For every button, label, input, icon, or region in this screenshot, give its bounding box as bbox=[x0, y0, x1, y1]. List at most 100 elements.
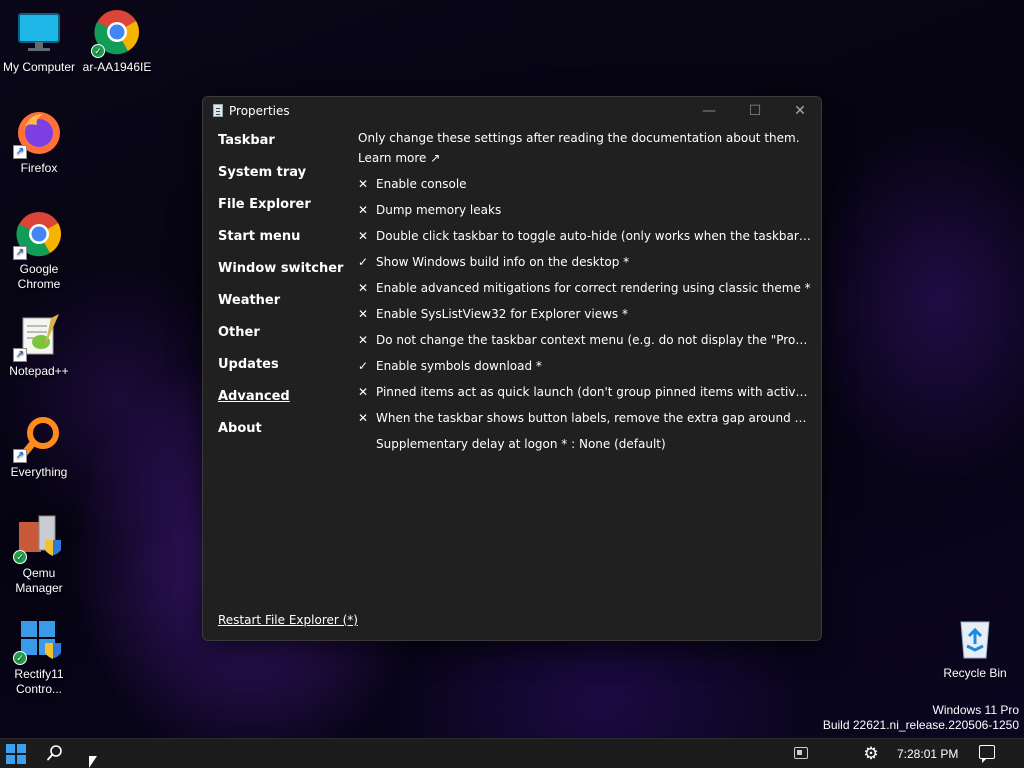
desktop-icon-label: Everything bbox=[10, 465, 68, 479]
desktop-icon-chrome-file[interactable]: ✓ ar-AA1946IE bbox=[78, 8, 156, 75]
cross-icon: ✕ bbox=[358, 203, 369, 217]
desktop-icon-recycle-bin[interactable]: Recycle Bin bbox=[935, 614, 1015, 681]
intro-text: Only change these settings after reading… bbox=[358, 131, 800, 145]
shortcut-arrow-icon: ↗ bbox=[13, 145, 27, 159]
cross-icon: ✕ bbox=[358, 385, 369, 399]
restart-explorer-link[interactable]: Restart File Explorer (*) bbox=[218, 613, 358, 627]
checkmark-icon: ✓ bbox=[358, 359, 369, 373]
shortcut-arrow-icon: ↗ bbox=[13, 449, 27, 463]
start-button[interactable] bbox=[6, 744, 28, 764]
properties-window[interactable]: Properties — ☐ ✕ Taskbar System tray Fil… bbox=[202, 96, 822, 641]
checkmark-icon: ✓ bbox=[358, 255, 369, 269]
option-dump-memory-leaks[interactable]: ✕ Dump memory leaks bbox=[358, 203, 813, 221]
option-label: Enable SysListView32 for Explorer views … bbox=[376, 307, 628, 321]
window-title: Properties bbox=[229, 104, 290, 118]
build-watermark: Windows 11 Pro Build 22621.ni_release.22… bbox=[823, 703, 1019, 733]
cross-icon: ✕ bbox=[358, 177, 369, 191]
option-taskbar-context-menu[interactable]: ✕ Do not change the taskbar context menu … bbox=[358, 333, 813, 351]
search-icon bbox=[47, 745, 62, 761]
properties-app-icon bbox=[213, 104, 223, 117]
desktop-icon-my-computer[interactable]: My Computer bbox=[0, 8, 78, 75]
option-label: Dump memory leaks bbox=[376, 203, 502, 217]
firefox-icon: ↗ bbox=[13, 109, 63, 159]
sidebar-item-system-tray[interactable]: System tray bbox=[218, 165, 306, 180]
learn-more-link[interactable]: Learn more ↗ bbox=[358, 151, 440, 165]
cross-icon: ✕ bbox=[358, 333, 369, 347]
option-syslistview32[interactable]: ✕ Enable SysListView32 for Explorer views… bbox=[358, 307, 813, 325]
option-label: Supplementary delay at logon * : None (d… bbox=[376, 437, 666, 451]
desktop-icon-label: Notepad++ bbox=[9, 364, 69, 378]
sync-check-icon: ✓ bbox=[13, 550, 27, 564]
option-label: When the taskbar shows button labels, re… bbox=[376, 411, 813, 425]
desktop-icon-everything[interactable]: ↗ Everything bbox=[0, 413, 78, 480]
option-label: Pinned items act as quick launch (don't … bbox=[376, 385, 813, 399]
windows-logo-icon bbox=[6, 744, 15, 753]
cross-icon: ✕ bbox=[358, 411, 369, 425]
tray-app-icon[interactable] bbox=[794, 747, 808, 759]
shortcut-arrow-icon: ↗ bbox=[13, 348, 27, 362]
sidebar-item-other[interactable]: Other bbox=[218, 325, 260, 340]
option-label: Show Windows build info on the desktop * bbox=[376, 255, 630, 269]
maximize-button[interactable]: ☐ bbox=[741, 101, 769, 121]
sidebar-item-start-menu[interactable]: Start menu bbox=[218, 229, 300, 244]
desktop-icon-label: Rectify11 Contro... bbox=[14, 667, 64, 696]
desktop-icon-label: Google Chrome bbox=[17, 262, 61, 291]
cross-icon: ✕ bbox=[358, 307, 369, 321]
option-logon-delay[interactable]: Supplementary delay at logon * : None (d… bbox=[358, 437, 813, 455]
desktop-icon-google-chrome[interactable]: ↗ Google Chrome bbox=[0, 210, 78, 292]
taskbar-clock[interactable]: 7:28:01 PM bbox=[897, 747, 958, 761]
window-titlebar[interactable]: Properties — ☐ ✕ bbox=[203, 97, 821, 125]
sync-check-icon: ✓ bbox=[13, 651, 27, 665]
desktop-icon-firefox[interactable]: ↗ Firefox bbox=[0, 109, 78, 176]
option-double-click-autohide[interactable]: ✕ Double click taskbar to toggle auto-hid… bbox=[358, 229, 813, 247]
sidebar-item-updates[interactable]: Updates bbox=[218, 357, 279, 372]
option-label: Do not change the taskbar context menu (… bbox=[376, 333, 813, 347]
search-button[interactable] bbox=[44, 744, 66, 764]
desktop-icon-qemu-manager[interactable]: ✓ Qemu Manager bbox=[0, 514, 78, 596]
mouse-cursor-icon bbox=[89, 756, 97, 768]
watermark-edition: Windows 11 Pro bbox=[932, 703, 1019, 717]
sync-check-icon: ✓ bbox=[91, 44, 105, 58]
windows-logo-tile bbox=[17, 744, 26, 753]
chrome-icon: ✓ bbox=[91, 8, 141, 58]
close-button[interactable]: ✕ bbox=[786, 101, 814, 121]
magnifier-icon: ↗ bbox=[13, 413, 63, 463]
option-label: Double click taskbar to toggle auto-hide… bbox=[376, 229, 813, 243]
sidebar-item-about[interactable]: About bbox=[218, 421, 262, 436]
rectify11-icon: ✓ bbox=[13, 615, 63, 665]
cross-icon: ✕ bbox=[358, 281, 369, 295]
sidebar-item-file-explorer[interactable]: File Explorer bbox=[218, 197, 311, 212]
option-label: Enable advanced mitigations for correct … bbox=[376, 281, 811, 295]
settings-gear-icon[interactable]: ⚙ bbox=[860, 743, 882, 765]
desktop-icon-label: ar-AA1946IE bbox=[82, 60, 152, 74]
cross-icon: ✕ bbox=[358, 229, 369, 243]
desktop-icon-label: Firefox bbox=[20, 161, 58, 175]
desktop-icon-label: My Computer bbox=[2, 60, 76, 74]
option-pinned-quick-launch[interactable]: ✕ Pinned items act as quick launch (don't… bbox=[358, 385, 813, 403]
option-label: Enable symbols download * bbox=[376, 359, 542, 373]
option-symbols-download[interactable]: ✓ Enable symbols download * bbox=[358, 359, 813, 377]
windows-logo-tile bbox=[17, 755, 26, 764]
notification-center-icon[interactable] bbox=[979, 745, 995, 763]
watermark-build: Build 22621.ni_release.220506-1250 bbox=[822, 718, 1019, 732]
shortcut-arrow-icon: ↗ bbox=[13, 246, 27, 260]
option-show-build-info[interactable]: ✓ Show Windows build info on the desktop … bbox=[358, 255, 813, 273]
chrome-icon: ↗ bbox=[13, 210, 63, 260]
sidebar-item-window-switcher[interactable]: Window switcher bbox=[218, 261, 343, 276]
desktop-icon-notepadpp[interactable]: ↗ Notepad++ bbox=[0, 312, 78, 379]
sidebar-item-taskbar[interactable]: Taskbar bbox=[218, 133, 275, 148]
recycle-bin-icon bbox=[951, 614, 999, 662]
option-enable-console[interactable]: ✕ Enable console bbox=[358, 177, 813, 195]
sidebar-item-advanced[interactable]: Advanced bbox=[218, 389, 290, 404]
option-advanced-mitigations[interactable]: ✕ Enable advanced mitigations for correct… bbox=[358, 281, 813, 299]
desktop-icon-rectify11[interactable]: ✓ Rectify11 Contro... bbox=[0, 615, 78, 697]
option-label: Enable console bbox=[376, 177, 467, 191]
notepadpp-icon: ↗ bbox=[13, 312, 63, 362]
qemu-manager-icon: ✓ bbox=[13, 514, 63, 564]
sidebar-item-weather[interactable]: Weather bbox=[218, 293, 280, 308]
desktop-icon-label: Qemu Manager bbox=[15, 566, 63, 595]
option-remove-extra-gap[interactable]: ✕ When the taskbar shows button labels, r… bbox=[358, 411, 813, 429]
minimize-button[interactable]: — bbox=[695, 101, 723, 121]
monitor-icon bbox=[15, 8, 63, 56]
taskbar: ⚙ 7:28:01 PM bbox=[0, 738, 1024, 768]
